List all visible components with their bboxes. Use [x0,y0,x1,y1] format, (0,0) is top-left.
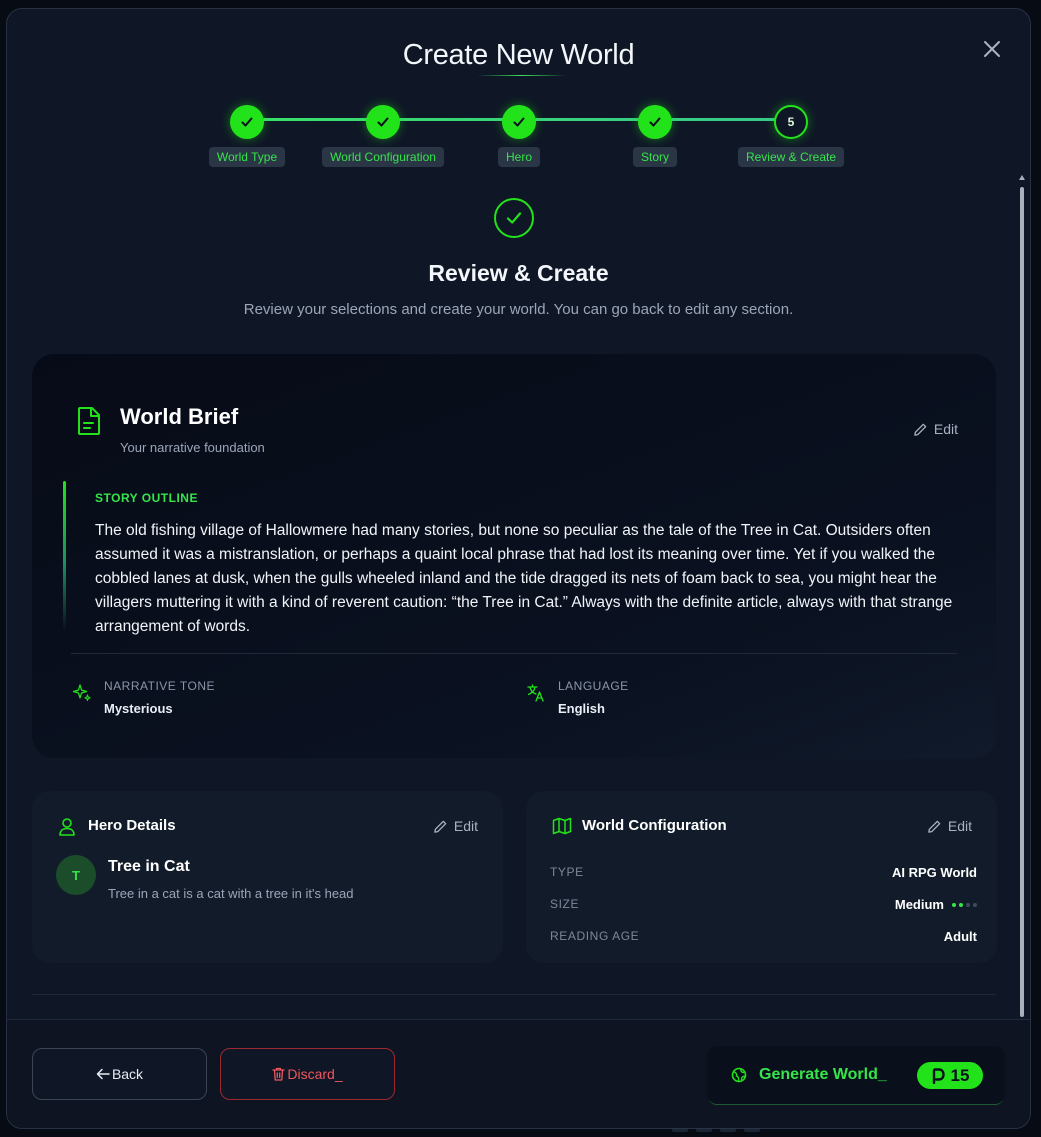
edit-hero-button[interactable]: Edit [433,818,478,834]
close-icon [984,41,1000,57]
config-label: TYPE [550,865,584,879]
edit-config-button[interactable]: Edit [927,818,972,834]
hero-card-title: Hero Details [88,817,176,834]
config-card-title: World Configuration [582,817,727,834]
hero-name: Tree in Cat [108,858,190,875]
pencil-icon [928,820,941,833]
close-button[interactable] [980,37,1004,61]
avatar: T [56,855,96,895]
discard-label: Discard_ [287,1066,343,1082]
divider [32,994,996,995]
globe-icon [731,1067,747,1083]
step-review-create[interactable]: 5 Review & Create [711,105,871,167]
check-icon [230,105,264,139]
back-button[interactable]: Back [32,1048,207,1100]
world-brief-card: World Brief Your narrative foundation Ed… [32,354,996,758]
config-label: SIZE [550,897,580,911]
type-value: AI RPG World [892,865,977,880]
brief-title: World Brief [120,404,239,429]
config-row-type: TYPE AI RPG World [550,865,977,885]
pencil-icon [434,820,447,833]
reading-age-value: Adult [943,929,977,944]
user-icon [59,818,75,836]
step-number: 5 [774,105,808,139]
back-label: Back [111,1066,144,1082]
config-label: READING AGE [550,929,640,943]
size-dot [966,902,970,907]
sparkles-icon [72,684,91,702]
check-icon [502,105,536,139]
review-title: Review & Create [428,260,609,286]
outline-label: STORY OUTLINE [95,491,198,505]
size-indicator [952,902,977,907]
check-icon [638,105,672,139]
trash-icon [272,1067,286,1081]
size-dot [973,902,977,907]
review-subtitle: Review your selections and create your w… [243,301,794,318]
outline-accent-bar [63,481,66,631]
title-underline [477,75,567,76]
edit-label: Edit [933,421,958,437]
step-label: World Configuration [322,147,444,167]
language-label: LANGUAGE [558,679,629,693]
language-value: English [558,701,605,716]
step-label: Hero [497,147,540,167]
check-icon [366,105,400,139]
edit-brief-button[interactable]: Edit [913,421,958,437]
arrow-left-icon [96,1068,110,1080]
size-dot [959,902,963,907]
step-label: Story [632,147,677,167]
check-circle-icon [494,198,534,238]
document-icon [78,407,100,435]
pencil-icon [914,423,927,436]
hero-details-card: Hero Details Edit T Tree in Cat Tree in … [32,791,503,963]
config-row-size: SIZE Medium [550,897,977,917]
step-label: Review & Create [737,147,845,167]
config-value: AI RPG World [892,865,977,880]
config-value: Adult [944,929,977,944]
brief-subtitle: Your narrative foundation [120,440,265,455]
size-value: Medium [894,897,944,912]
discard-button[interactable]: Discard_ [220,1048,395,1100]
generate-world-button[interactable]: Generate World_ 15 [707,1046,1005,1104]
tone-value: Mysterious [104,701,173,716]
credit-icon [932,1067,945,1084]
credit-cost-badge: 15 [917,1062,983,1089]
config-value: Medium [895,897,977,912]
modal-footer: Back Discard_ Generate World_ 15 [7,1019,1030,1128]
modal-title: Create New World [402,39,635,71]
outline-text: The old fishing village of Hallowmere ha… [95,522,953,635]
translate-icon [527,684,544,702]
hero-description: Tree in a cat is a cat with a tree in it… [108,886,354,901]
size-dot [952,902,956,907]
tone-label: NARRATIVE TONE [104,679,216,693]
credit-count: 15 [950,1065,970,1085]
scroll-up-arrow[interactable] [1019,175,1025,180]
world-configuration-card: World Configuration Edit TYPE AI RPG Wor… [526,791,997,963]
config-row-reading-age: READING AGE Adult [550,929,977,949]
edit-label: Edit [453,818,478,834]
generate-label: Generate World_ [759,1066,887,1083]
divider [71,653,957,654]
map-icon [552,817,572,835]
step-label: World Type [208,147,286,167]
edit-label: Edit [947,818,972,834]
create-world-modal: Create New World World Type World Config… [6,8,1031,1129]
